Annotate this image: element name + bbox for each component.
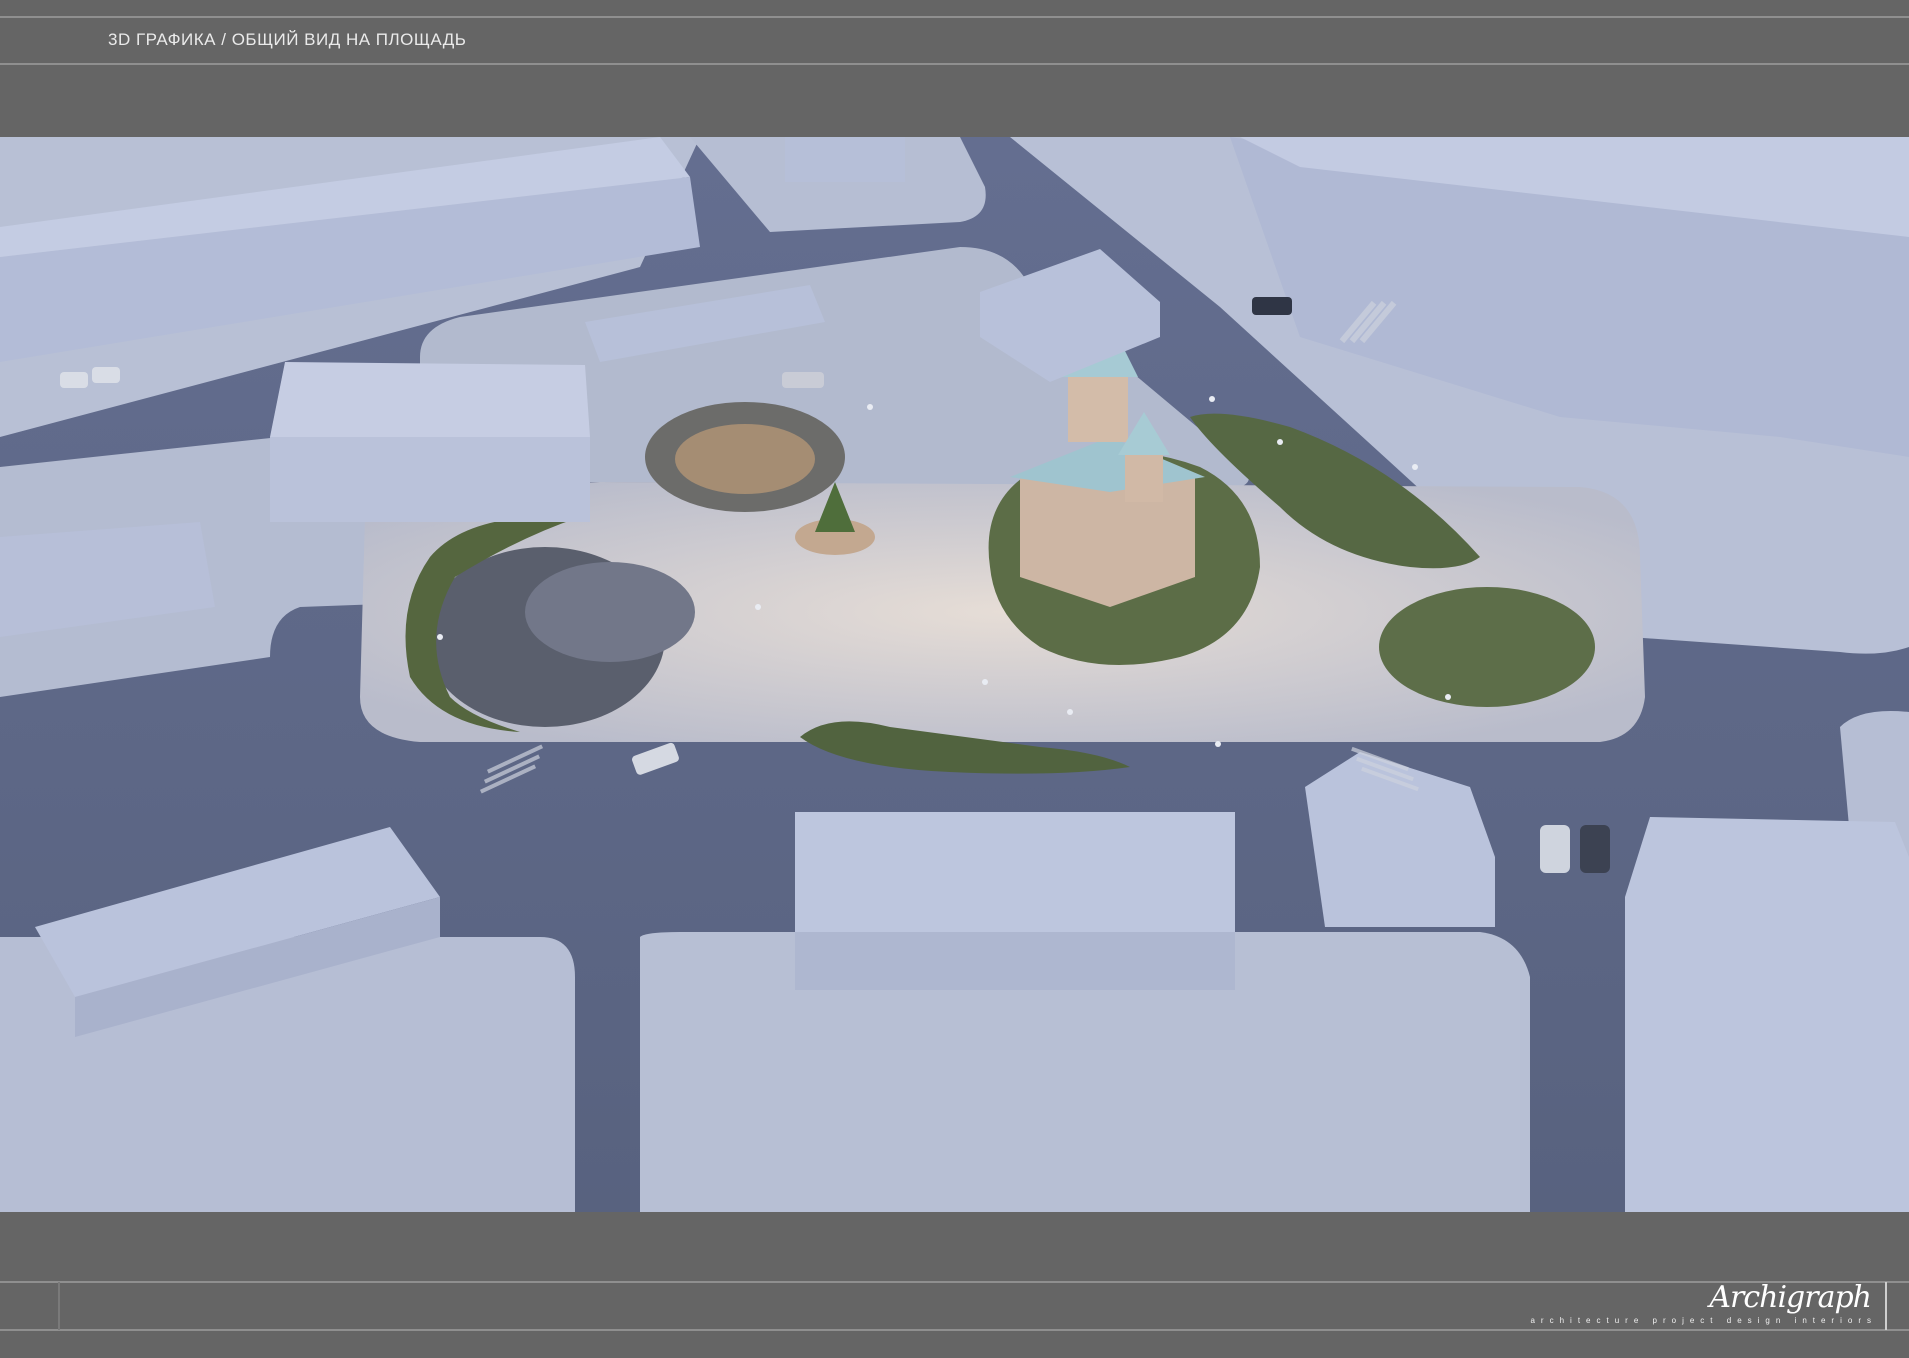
building-mid-left-roof [270, 362, 590, 437]
header-rule-top [0, 16, 1909, 18]
brand-logo: Archigraph [1709, 1280, 1872, 1315]
building-bottom-center-face [795, 932, 1235, 990]
sandbox-inner [675, 424, 815, 494]
brand-box: Archigraph architecture project design i… [1530, 1280, 1887, 1330]
brand-tagline: architecture project design interiors [1530, 1316, 1877, 1325]
footer-divider [58, 1282, 60, 1330]
car-icon [782, 372, 824, 388]
building-top-center [785, 137, 905, 182]
church-tower [1068, 367, 1128, 442]
playground-circle [525, 562, 695, 662]
car-icon [1540, 825, 1570, 873]
car-icon [92, 367, 120, 383]
building-bottom-center [795, 812, 1235, 932]
greenery-island-right [1379, 587, 1595, 707]
building-bottom-right [1625, 817, 1909, 1212]
church-bell-tower [1125, 452, 1163, 502]
aerial-render-illustration [0, 137, 1909, 1212]
building-mid-left [270, 437, 590, 522]
header-rule-bottom [0, 63, 1909, 65]
page-title: 3D ГРАФИКА / ОБЩИЙ ВИД НА ПЛОЩАДЬ [108, 30, 467, 49]
car-icon [60, 372, 88, 388]
car-icon [1580, 825, 1610, 873]
car-icon [1252, 297, 1292, 315]
aerial-render-image [0, 137, 1909, 1212]
